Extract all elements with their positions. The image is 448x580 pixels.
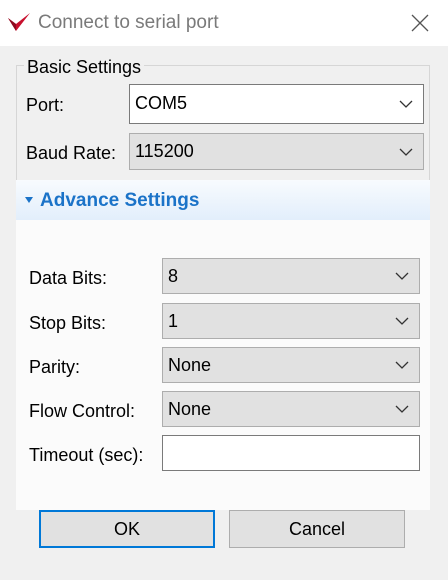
baud-rate-value: 115200 — [135, 141, 194, 161]
flow-control-value: None — [168, 399, 212, 419]
close-icon — [411, 14, 429, 32]
app-checkmark-icon — [8, 13, 30, 31]
port-value: COM5 — [135, 93, 188, 113]
stop-bits-label: Stop Bits: — [29, 313, 107, 333]
stop-bits-dropdown[interactable]: 1 — [162, 303, 420, 339]
data-bits-dropdown[interactable]: 8 — [162, 258, 420, 294]
port-dropdown[interactable]: COM5 — [129, 84, 424, 124]
data-bits-value: 8 — [168, 266, 179, 286]
advance-settings-title: Advance Settings — [40, 190, 200, 211]
parity-value: None — [168, 355, 212, 375]
chevron-down-icon — [395, 361, 409, 369]
flow-control-dropdown[interactable]: None — [162, 391, 420, 427]
parity-label: Parity: — [29, 357, 81, 377]
dialog-body: Basic Settings Port: COM5 Baud Rate: 115… — [0, 46, 448, 580]
chevron-down-icon — [399, 148, 413, 156]
title-bar: Connect to serial port — [0, 0, 448, 46]
close-button[interactable] — [392, 0, 448, 46]
port-label: Port: — [26, 95, 65, 115]
basic-settings-legend: Basic Settings — [24, 57, 145, 77]
data-bits-label: Data Bits: — [29, 268, 108, 288]
chevron-down-icon — [395, 317, 409, 325]
ok-button[interactable]: OK — [39, 510, 215, 548]
timeout-label: Timeout (sec): — [29, 445, 144, 465]
cancel-button[interactable]: Cancel — [229, 510, 405, 548]
baud-rate-label: Baud Rate: — [26, 143, 117, 163]
stop-bits-value: 1 — [168, 311, 179, 331]
baud-rate-dropdown[interactable]: 115200 — [129, 133, 424, 170]
triangle-down-icon — [25, 197, 33, 203]
chevron-down-icon — [395, 272, 409, 280]
chevron-down-icon — [399, 100, 413, 108]
window-title: Connect to serial port — [38, 12, 219, 33]
flow-control-label: Flow Control: — [29, 401, 136, 421]
parity-dropdown[interactable]: None — [162, 347, 420, 383]
chevron-down-icon — [395, 405, 409, 413]
advance-settings-header[interactable]: Advance Settings — [16, 180, 430, 220]
timeout-input[interactable] — [162, 435, 420, 471]
